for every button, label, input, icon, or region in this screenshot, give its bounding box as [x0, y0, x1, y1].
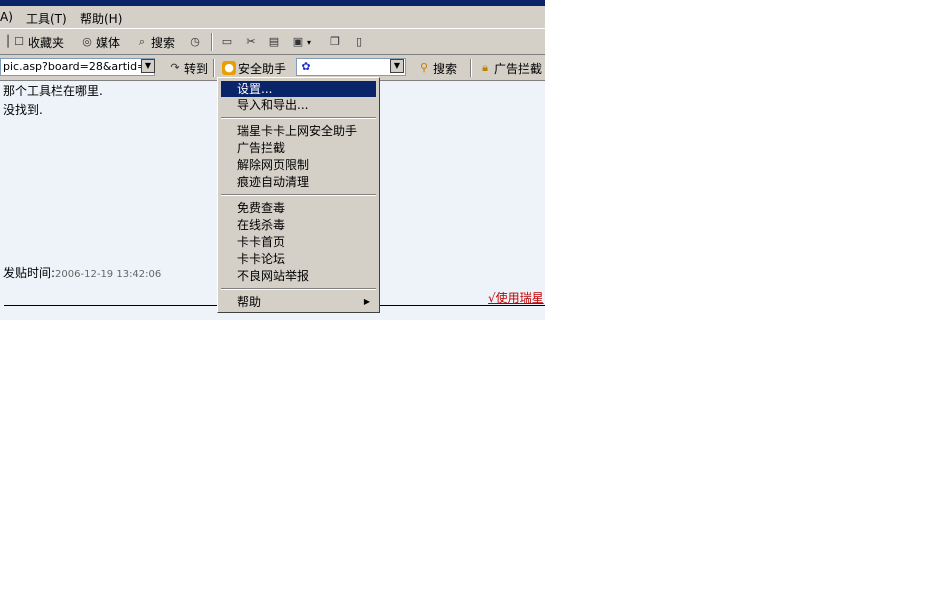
media-button[interactable]: ◎ 媒体 [80, 34, 120, 50]
security-assistant-label: 安全助手 [238, 61, 287, 76]
menu-separator-3 [221, 288, 376, 290]
post-line-2: 没找到. [3, 103, 43, 117]
menu-free-scan[interactable]: 免费查毒 [221, 200, 376, 216]
copy-icon: ❐ [330, 35, 340, 48]
use-rising-link[interactable]: √使用瑞星 [488, 289, 544, 306]
address-url: pic.asp?board=28&artid=8235 [3, 60, 154, 73]
magnifier-icon: ⚲ [419, 61, 429, 74]
menu-online-kill[interactable]: 在线杀毒 [221, 217, 376, 233]
search-icon: ⌕ [138, 35, 146, 48]
menu-remove-restrictions[interactable]: 解除网页限制 [221, 157, 376, 173]
history-button[interactable]: ◷ [188, 34, 202, 50]
menu-rising-assistant[interactable]: 瑞星卡卡上网安全助手 [221, 123, 376, 139]
browser-window: A) 工具(T) 帮助(H) ▕ ☐ 收藏夹 ◎ 媒体 ⌕ 搜索 ◷ ▭ ✂ ▤… [0, 0, 545, 320]
go-arrow-icon: ↷ [170, 61, 180, 74]
go-label: 转到 [184, 61, 209, 76]
post-line-1: 那个工具栏在哪里. [3, 84, 103, 98]
toolbar-edge: ▕ [0, 35, 9, 48]
toolbar-separator [211, 33, 213, 51]
lock-icon: 🔒︎ [482, 61, 488, 74]
submenu-arrow-icon: ▶ [363, 297, 370, 306]
baidu-dropdown-button[interactable]: ▼ [390, 59, 404, 73]
search-label: 搜索 [151, 35, 176, 50]
cut-button[interactable]: ✂ [244, 34, 258, 50]
menu-kaka-forum[interactable]: 卡卡论坛 [221, 251, 376, 267]
menu-item-a[interactable]: A) [0, 10, 13, 24]
menu-import-export[interactable]: 导入和导出... [221, 97, 376, 113]
menu-item-help[interactable]: 帮助(H) [80, 10, 122, 27]
address-input[interactable]: pic.asp?board=28&artid=8235 [0, 58, 155, 76]
menu-item-tools[interactable]: 工具(T) [26, 10, 67, 27]
search-go-label: 搜索 [433, 61, 458, 76]
post-time-label: 发贴时间: [3, 266, 56, 280]
search-button[interactable]: ⌕ 搜索 [135, 34, 175, 50]
preview-button[interactable]: ▯ [352, 34, 366, 50]
media-label: 媒体 [96, 35, 121, 50]
preview-icon: ▯ [355, 35, 363, 48]
post-time-value: 2006-12-19 13:42:06 [55, 269, 162, 280]
edit-dropdown-icon[interactable]: ▾ [307, 38, 311, 47]
security-assistant-button[interactable]: ● 安全助手 [222, 60, 286, 76]
addressbar-separator-2 [470, 59, 472, 77]
search-go-button[interactable]: ⚲ 搜索 [417, 60, 457, 76]
menu-help[interactable]: 帮助 ▶ [221, 294, 376, 310]
edit-button[interactable]: ▣ ▾ [291, 34, 311, 50]
baidu-paw-icon: ✿ [301, 60, 311, 73]
addressbar-separator [213, 59, 215, 77]
favorites-icon: ☐ [14, 35, 24, 48]
rising-lion-icon: ● [222, 61, 236, 75]
print-icon: ▭ [221, 35, 233, 48]
menu-ad-block[interactable]: 广告拦截 [221, 140, 376, 156]
menu-help-label: 帮助 [237, 295, 262, 309]
print-button[interactable]: ▭ [220, 34, 234, 50]
adblock-button[interactable]: 🔒︎ 广告拦截 [478, 60, 542, 76]
adblock-label: 广告拦截 [494, 61, 543, 76]
history-icon: ◷ [190, 35, 200, 48]
paste-icon: ▤ [268, 35, 280, 48]
standard-toolbar: ▕ ☐ 收藏夹 ◎ 媒体 ⌕ 搜索 ◷ ▭ ✂ ▤ ▣ ▾ ❐ ▯ [0, 30, 545, 55]
favorites-label: 收藏夹 [28, 35, 65, 50]
menu-bar: A) 工具(T) 帮助(H) [0, 6, 545, 29]
post-time: 发贴时间:2006-12-19 13:42:06 [3, 264, 161, 281]
cut-icon: ✂ [246, 35, 256, 48]
address-dropdown-button[interactable]: ▼ [141, 59, 155, 73]
menu-auto-clean[interactable]: 痕迹自动清理 [221, 174, 376, 190]
menu-kaka-home[interactable]: 卡卡首页 [221, 234, 376, 250]
edit-icon: ▣ [292, 35, 304, 48]
media-icon: ◎ [82, 35, 92, 48]
menu-report-site[interactable]: 不良网站举报 [221, 268, 376, 284]
menu-separator-1 [221, 117, 376, 119]
copy-button[interactable]: ❐ [328, 34, 342, 50]
favorites-button[interactable]: ☐ 收藏夹 [12, 34, 64, 50]
paste-button[interactable]: ▤ [267, 34, 281, 50]
menu-settings[interactable]: 设置... [221, 81, 376, 97]
menu-separator-2 [221, 194, 376, 196]
security-assistant-dropdown: 设置... 导入和导出... 瑞星卡卡上网安全助手 广告拦截 解除网页限制 痕迹… [217, 77, 380, 313]
go-button[interactable]: ↷ 转到 [168, 60, 208, 76]
